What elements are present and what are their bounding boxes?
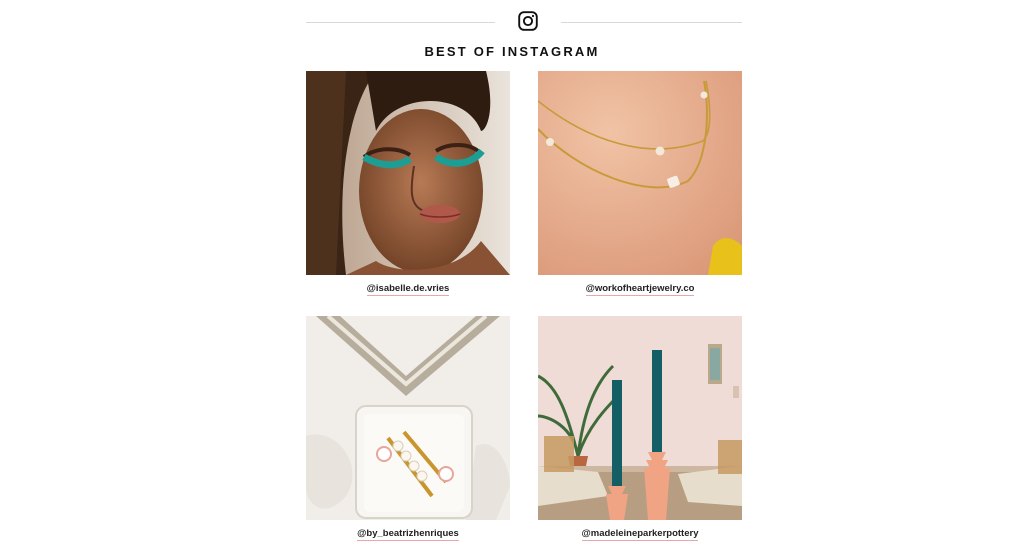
instagram-post[interactable]: @isabelle.de.vries — [306, 71, 510, 296]
post-handle-link[interactable]: @by_beatrizhenriques — [306, 528, 510, 541]
post-image-candles[interactable] — [538, 316, 742, 520]
instagram-post[interactable]: @by_beatrizhenriques — [306, 316, 510, 541]
post-image-necklace[interactable] — [538, 71, 742, 275]
post-handle-link[interactable]: @workofheartjewelry.co — [538, 283, 742, 296]
post-handle-link[interactable]: @madeleineparkerpottery — [538, 528, 742, 541]
instagram-post[interactable]: @workofheartjewelry.co — [538, 71, 742, 296]
instagram-icon[interactable] — [518, 11, 538, 31]
post-handle: @workofheartjewelry.co — [585, 283, 695, 296]
post-handle: @madeleineparkerpottery — [581, 528, 699, 541]
post-handle: @by_beatrizhenriques — [357, 528, 459, 541]
post-image-portrait[interactable] — [306, 71, 510, 275]
header-divider-right — [561, 22, 742, 23]
post-image-hair-clips[interactable] — [306, 316, 510, 520]
instagram-post[interactable]: @madeleineparkerpottery — [538, 316, 742, 541]
post-handle: @isabelle.de.vries — [366, 283, 450, 296]
header-divider-left — [306, 22, 495, 23]
section-title: BEST OF INSTAGRAM — [424, 44, 600, 59]
post-handle-link[interactable]: @isabelle.de.vries — [306, 283, 510, 296]
